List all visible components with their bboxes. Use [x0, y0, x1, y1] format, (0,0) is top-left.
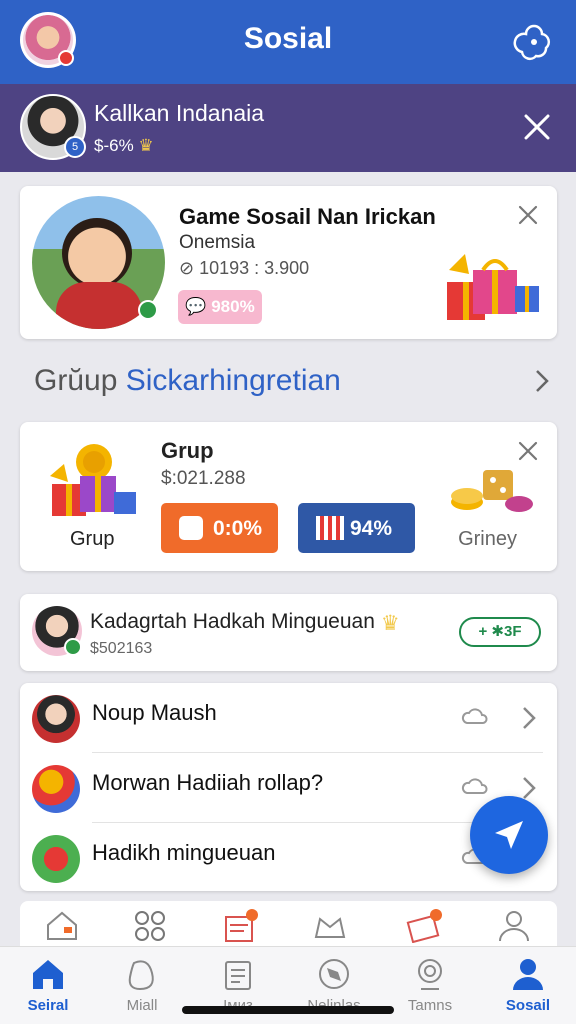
crown-outline-icon[interactable] [312, 909, 348, 943]
badge-icon [418, 959, 442, 990]
child-avatar [32, 695, 80, 743]
list-item-label: Noup Maush [92, 700, 217, 725]
flag-icon [316, 516, 344, 540]
tab-home[interactable]: Seiral [0, 957, 96, 1021]
user-row-card[interactable]: Kadagrtah Hadkah Minguеuan ♛ $502163 + ✱3… [20, 594, 557, 671]
page-title: Sosial [243, 22, 333, 55]
group-left-label: Grup [70, 528, 115, 550]
gift-box-icon [32, 835, 80, 883]
game-card[interactable]: Game Sosail Nan Irickan Onemsia ⊘ 10193 … [20, 186, 557, 339]
child-shirt [56, 282, 142, 329]
compass-icon [319, 959, 349, 989]
child-face [62, 218, 132, 288]
navigation-arrow-icon [495, 821, 523, 849]
cloud-flower-icon[interactable] [512, 20, 556, 64]
gift-coin-icon [32, 765, 80, 813]
home-indicator [182, 1006, 394, 1014]
chevron-right-icon[interactable] [521, 705, 537, 731]
tab-label: Tamns [407, 997, 453, 1014]
cloud-icon[interactable] [461, 775, 489, 797]
tab-label: Seiral [27, 997, 69, 1014]
activity-list: Noup Maush Morwan Hadiiah rollap? Hadikh… [20, 683, 557, 891]
game-subtitle: Onemsia [179, 232, 256, 253]
home-icon [33, 960, 63, 989]
shortcut-strip [20, 901, 557, 951]
close-icon[interactable] [517, 440, 539, 462]
orange-percent-button[interactable]: 0:0% [161, 503, 278, 553]
section-heading[interactable]: Grŭup Sickarhingretian [34, 364, 341, 398]
navigate-fab[interactable] [470, 796, 548, 874]
tab-tamns[interactable]: Tamns [382, 957, 478, 1021]
bean-icon [128, 960, 154, 991]
close-icon[interactable] [522, 112, 552, 142]
grid-circles-icon[interactable] [132, 909, 168, 943]
verified-icon [138, 300, 158, 320]
featured-user-banner[interactable]: 5 Kallkan Indanaia $-6% ♛ [0, 84, 576, 172]
chat-pill[interactable]: 💬 980% [178, 290, 262, 324]
blue-percent-button[interactable]: 94% [298, 503, 415, 553]
user-sub: $502163 [90, 640, 153, 657]
close-icon[interactable] [517, 204, 539, 226]
house-icon[interactable] [44, 909, 80, 943]
tab-label: Sosail [505, 997, 551, 1014]
chevron-right-icon[interactable] [521, 775, 537, 801]
tab-label: Miall [126, 997, 158, 1014]
group-value: $:021.288 [161, 468, 246, 489]
person-outline-icon[interactable] [496, 909, 532, 943]
game-title: Game Sosail Nan Irickan [179, 204, 436, 229]
hand-icon [179, 516, 203, 540]
user-name: Kadagrtah Hadkah Minguеuan ♛ [90, 610, 405, 635]
list-item-label: Hadikh minguеuan [92, 840, 276, 865]
group-title: Grup [161, 438, 214, 463]
group-card[interactable]: Grup Grup $:021.288 0:0% 94% Griney [20, 422, 557, 571]
person-icon [513, 959, 543, 990]
clipboard-icon [225, 961, 251, 990]
crown-icon: ♛ [380, 612, 400, 635]
chevron-right-icon[interactable] [534, 368, 550, 394]
banner-sub: $-6% ♛ [94, 136, 154, 155]
coins-dice-icon [451, 470, 533, 512]
list-item[interactable]: Noup Maush [20, 683, 557, 753]
app-header: Sosial [0, 0, 576, 84]
gift-boxes-icon [447, 254, 539, 320]
tab-sosial[interactable]: Sosail [480, 957, 576, 1021]
level-badge: 5 [64, 136, 86, 158]
receipt-icon[interactable] [222, 909, 258, 943]
ticket-icon[interactable] [406, 909, 442, 943]
coin-gift-icon [50, 444, 136, 516]
tab-miall[interactable]: Miall [94, 957, 190, 1021]
cloud-icon[interactable] [461, 705, 489, 727]
verified-icon [64, 638, 82, 656]
list-item-label: Morwan Hadiiah rollap? [92, 770, 324, 795]
status-tag[interactable]: + ✱3F [459, 617, 541, 647]
group-right-label: Griney [458, 528, 517, 550]
banner-name: Kallkan Indanaia [94, 100, 265, 126]
game-stat: ⊘ 10193 : 3.900 [179, 258, 310, 278]
crown-icon: ♛ [138, 136, 154, 155]
